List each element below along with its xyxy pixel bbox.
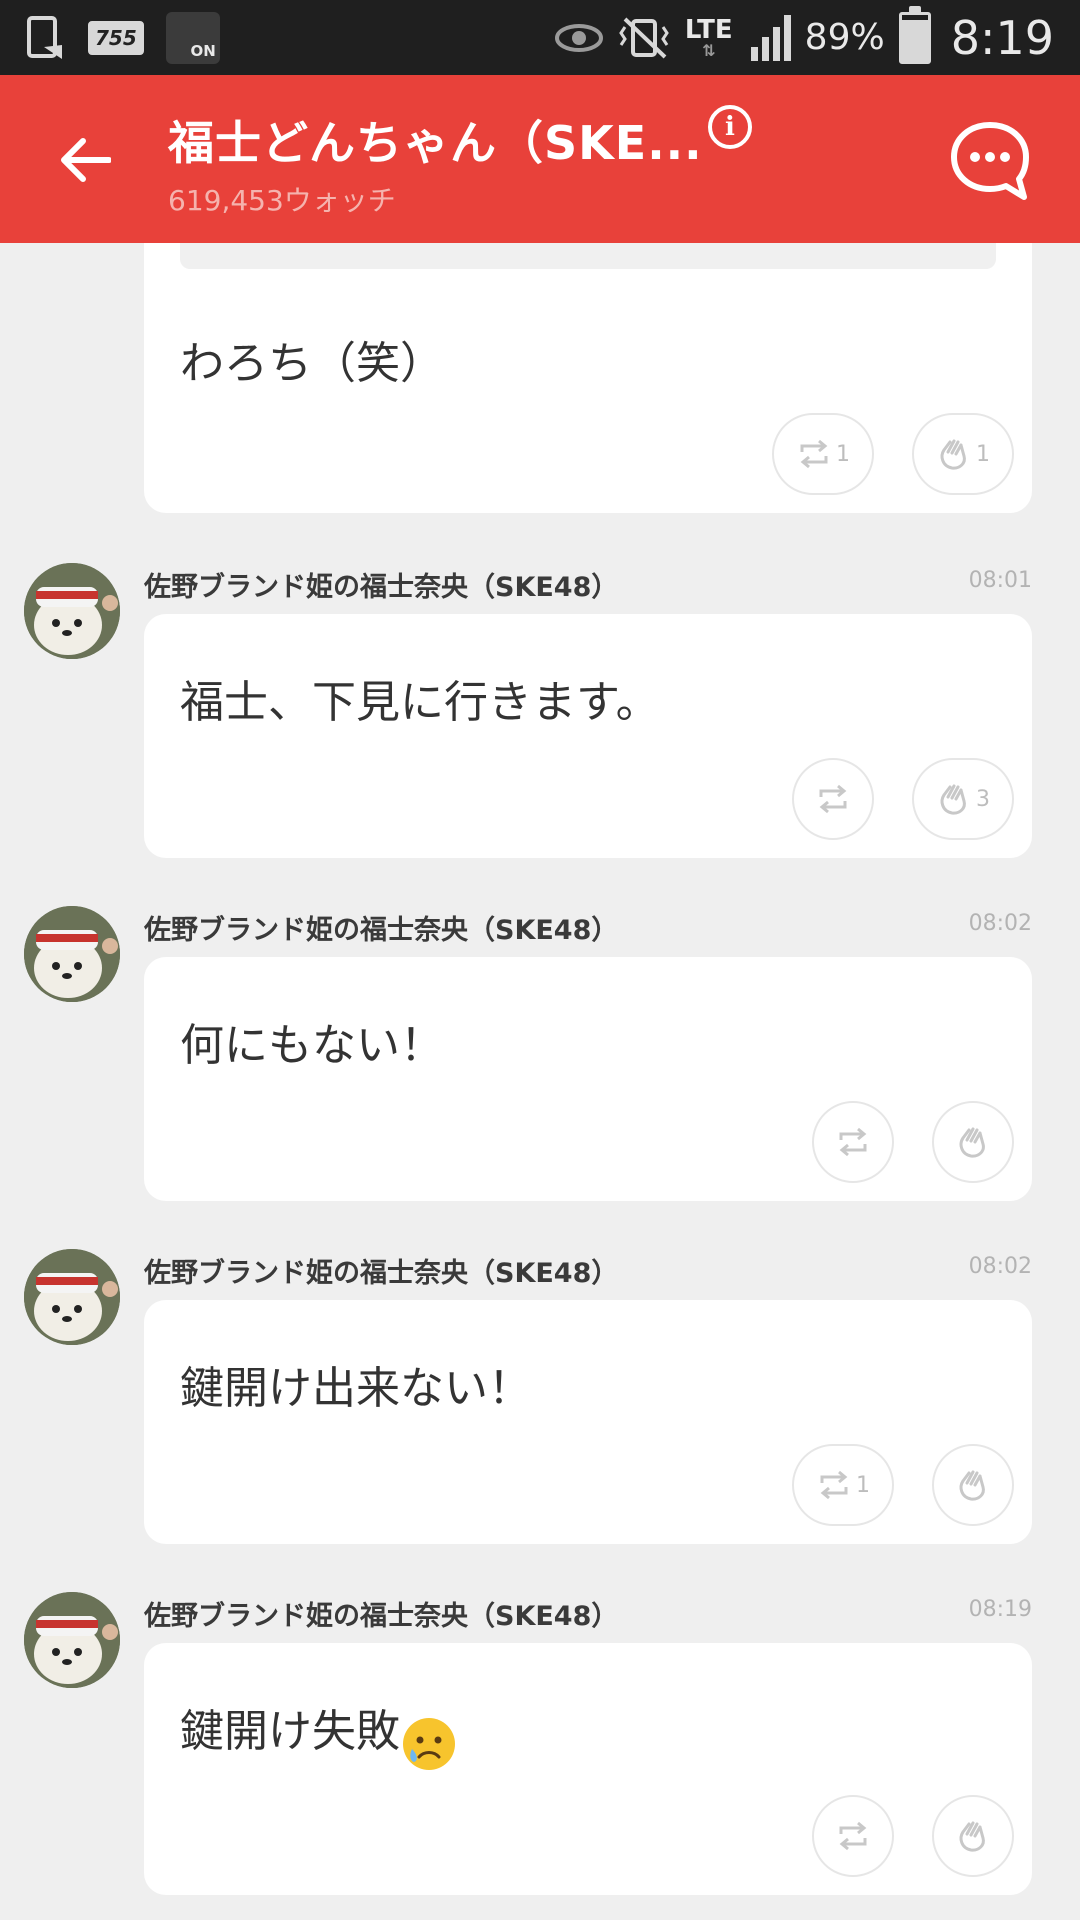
like-button[interactable] — [932, 1795, 1014, 1877]
info-icon[interactable]: i — [708, 105, 752, 149]
lte-indicator: LTE ⇅ — [684, 14, 733, 60]
retweet-icon — [839, 1127, 867, 1157]
wifi-calling-label: ON — [190, 41, 216, 60]
phone-notification-icon — [27, 15, 62, 59]
quoted-content — [180, 243, 996, 269]
vibrate-mute-icon — [619, 17, 669, 58]
app-header: 福士どんちゃん（SKE... i 619,453ウォッチ — [0, 75, 1080, 243]
timestamp: 08:19 — [968, 1597, 1032, 1622]
avatar[interactable] — [24, 563, 120, 659]
signal-icon — [747, 14, 791, 61]
message-card: 鍵開け出来ない！ 1 — [144, 1300, 1032, 1544]
clap-hand-icon — [940, 439, 966, 470]
author-name[interactable]: 佐野ブランド姫の福士奈央（SKE48） — [144, 565, 618, 604]
timestamp: 08:01 — [968, 568, 1032, 593]
retweet-button[interactable] — [812, 1795, 894, 1877]
like-button[interactable]: 3 — [912, 758, 1014, 840]
message-text: 鍵開け失敗 — [180, 1706, 400, 1757]
chat-bubble-icon — [951, 122, 1029, 200]
message-text: 何にもない！ — [180, 1020, 444, 1071]
author-name[interactable]: 佐野ブランド姫の福士奈央（SKE48） — [144, 1594, 618, 1633]
battery-icon — [898, 5, 931, 64]
like-count: 3 — [976, 786, 990, 812]
avatar[interactable] — [24, 906, 120, 1002]
message-card: わろち（笑） 1 1 — [144, 243, 1032, 513]
back-button[interactable] — [50, 125, 120, 195]
like-count: 1 — [976, 441, 990, 467]
status-bar: 755 ON LTE ⇅ 89% 8:19 — [0, 0, 1080, 75]
avatar[interactable] — [24, 1592, 120, 1688]
retweet-button[interactable] — [812, 1101, 894, 1183]
clap-hand-icon — [940, 784, 966, 815]
eye-icon — [554, 23, 603, 52]
like-button[interactable] — [932, 1444, 1014, 1526]
lte-label: LTE — [684, 14, 733, 45]
message-card: 何にもない！ — [144, 957, 1032, 1201]
retweet-button[interactable]: 1 — [792, 1444, 894, 1526]
watch-count: 619,453ウォッチ — [168, 184, 396, 217]
message-text: わろち（笑） — [180, 338, 444, 389]
page-title: 福士どんちゃん（SKE... — [168, 116, 703, 170]
like-button[interactable]: 1 — [912, 413, 1014, 495]
retweet-button[interactable]: 1 — [772, 413, 874, 495]
message-text-row: 鍵開け失敗 — [180, 1695, 458, 1770]
retweet-icon — [820, 1470, 848, 1500]
message-card: 福士、下見に行きます。 3 — [144, 614, 1032, 858]
back-arrow-icon — [61, 138, 111, 182]
tv-app-icon: 755 — [88, 20, 144, 55]
like-button[interactable] — [932, 1101, 1014, 1183]
retweet-count: 1 — [856, 1472, 870, 1498]
timestamp: 08:02 — [968, 1254, 1032, 1279]
retweet-icon — [819, 784, 847, 814]
author-name[interactable]: 佐野ブランド姫の福士奈央（SKE48） — [144, 1251, 618, 1290]
battery-percent: 89% — [804, 17, 885, 58]
clap-hand-icon — [959, 1821, 985, 1852]
clap-hand-icon — [959, 1470, 985, 1501]
avatar[interactable] — [24, 1249, 120, 1345]
retweet-count: 1 — [836, 441, 850, 467]
chat-button[interactable] — [948, 119, 1032, 203]
wifi-calling-icon: ON — [165, 11, 220, 64]
retweet-button[interactable] — [792, 758, 874, 840]
clock: 8:19 — [950, 10, 1054, 65]
sad-face-tear-emoji — [403, 1718, 455, 1770]
retweet-icon — [839, 1821, 867, 1851]
author-name[interactable]: 佐野ブランド姫の福士奈央（SKE48） — [144, 908, 618, 947]
timestamp: 08:02 — [968, 911, 1032, 936]
message-card: 鍵開け失敗 — [144, 1643, 1032, 1895]
message-text: 福士、下見に行きます。 — [180, 677, 660, 728]
clap-hand-icon — [959, 1127, 985, 1158]
message-text: 鍵開け出来ない！ — [180, 1363, 532, 1414]
retweet-icon — [800, 439, 828, 469]
